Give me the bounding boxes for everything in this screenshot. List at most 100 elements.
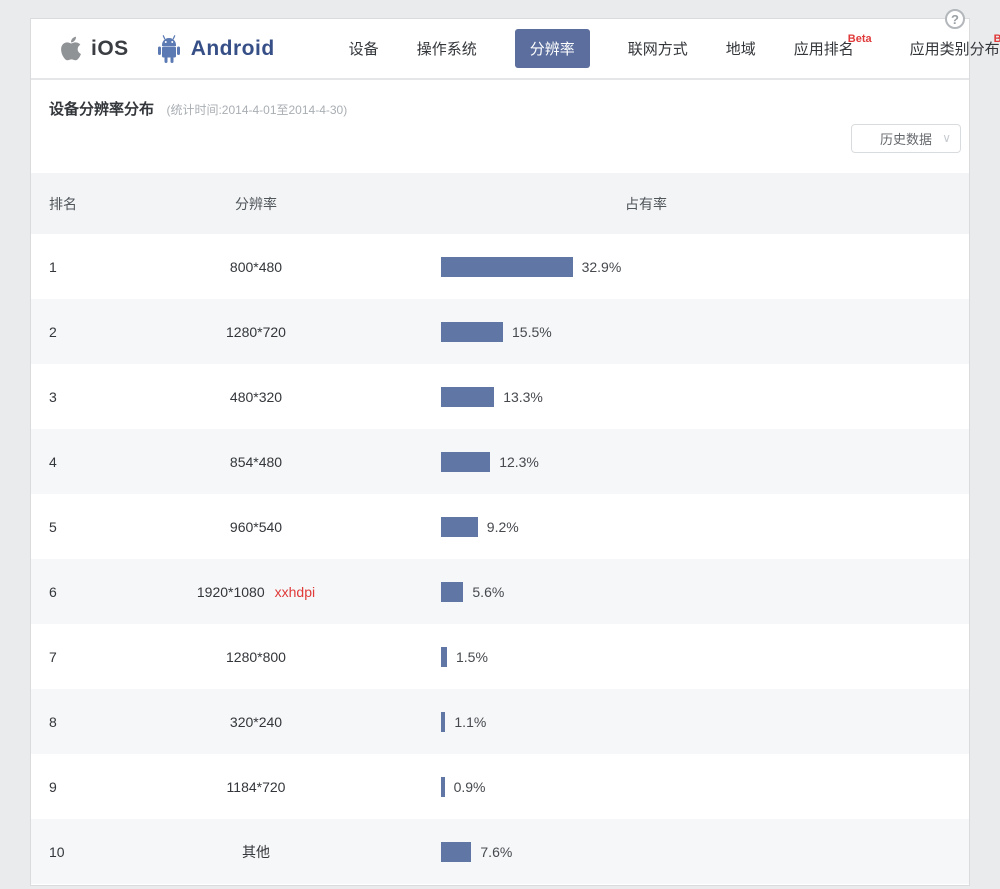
nav-item-label: 分辨率	[530, 41, 575, 58]
table-row: 8 320*240 1.1%	[31, 689, 969, 754]
share-cell: 1.5%	[441, 647, 969, 667]
share-value: 13.3%	[503, 389, 543, 405]
nav-item-os[interactable]: 操作系统	[417, 38, 477, 59]
nav-item-label: 应用排名	[794, 41, 854, 58]
resolution-value: 480*320	[230, 389, 282, 405]
col-header-share: 占有率	[441, 194, 969, 214]
share-bar	[441, 647, 447, 667]
share-cell: 13.3%	[441, 387, 969, 407]
resolution-cell: 800*480	[141, 259, 371, 275]
resolution-note: xxhdpi	[275, 584, 315, 600]
share-bar	[441, 777, 445, 797]
table-row: 6 1920*1080 xxhdpi 5.6%	[31, 559, 969, 624]
rank-cell: 4	[31, 454, 141, 470]
top-navbar: iOS	[31, 19, 969, 80]
rank-cell: 10	[31, 844, 141, 860]
android-icon	[155, 34, 183, 64]
share-cell: 32.9%	[441, 257, 969, 277]
share-bar	[441, 322, 503, 342]
share-cell: 12.3%	[441, 452, 969, 472]
share-value: 5.6%	[472, 584, 504, 600]
rank-cell: 5	[31, 519, 141, 535]
history-data-value: 历史数据	[880, 129, 932, 148]
resolution-cell: 1920*1080 xxhdpi	[141, 584, 371, 600]
nav-item-label: 操作系统	[417, 41, 477, 58]
share-cell: 15.5%	[441, 322, 969, 342]
tab-ios[interactable]: iOS	[59, 35, 129, 62]
share-bar	[441, 582, 463, 602]
share-bar	[441, 517, 478, 537]
table-body: 1 800*480 32.9% 2 1280*720 15.5% 3 480*3…	[31, 234, 969, 884]
resolution-value: 1920*1080	[197, 584, 265, 600]
resolution-value: 854*480	[230, 454, 282, 470]
rank-cell: 8	[31, 714, 141, 730]
share-value: 0.9%	[454, 779, 486, 795]
share-value: 1.5%	[456, 649, 488, 665]
table-row: 9 1184*720 0.9%	[31, 754, 969, 819]
nav-item-label: 应用类别分布	[910, 41, 1000, 58]
resolution-value: 其他	[242, 844, 270, 860]
resolution-cell: 1280*800	[141, 649, 371, 665]
share-value: 9.2%	[487, 519, 519, 535]
share-bar	[441, 712, 445, 732]
chevron-down-icon: ∨	[942, 131, 951, 145]
share-bar	[441, 842, 471, 862]
share-value: 32.9%	[582, 259, 622, 275]
rank-cell: 2	[31, 324, 141, 340]
ios-tab-label: iOS	[91, 37, 129, 61]
resolution-cell: 480*320	[141, 389, 371, 405]
share-value: 1.1%	[454, 714, 486, 730]
history-data-select[interactable]: 历史数据 ∨	[851, 124, 961, 153]
resolution-value: 800*480	[230, 259, 282, 275]
rank-cell: 1	[31, 259, 141, 275]
nav-item-resolution[interactable]: 分辨率	[515, 29, 590, 68]
resolution-cell: 320*240	[141, 714, 371, 730]
stats-period: (统计时间:2014-4-01至2014-4-30)	[166, 103, 347, 117]
page-title: 设备分辨率分布	[49, 98, 154, 119]
table-row: 7 1280*800 1.5%	[31, 624, 969, 689]
table-row: 10 其他 7.6%	[31, 819, 969, 884]
resolution-value: 1280*720	[226, 324, 286, 340]
share-value: 7.6%	[480, 844, 512, 860]
tab-android[interactable]: Android	[155, 34, 275, 64]
resolution-value: 960*540	[230, 519, 282, 535]
table-row: 3 480*320 13.3%	[31, 364, 969, 429]
nav-item-label: 联网方式	[628, 41, 688, 58]
share-cell: 5.6%	[441, 582, 969, 602]
resolution-cell: 1184*720	[141, 779, 371, 795]
nav-links: 设备操作系统分辨率联网方式地域应用排名Beta应用类别分布Beta	[311, 29, 1000, 68]
resolution-cell: 854*480	[141, 454, 371, 470]
table-row: 2 1280*720 15.5%	[31, 299, 969, 364]
help-icon[interactable]: ?	[945, 9, 965, 29]
col-header-resolution: 分辨率	[141, 194, 371, 214]
share-bar	[441, 452, 490, 472]
beta-badge: Beta	[994, 33, 1000, 45]
nav-item-app-ranking[interactable]: 应用排名Beta	[794, 38, 872, 59]
content-card: iOS	[30, 18, 970, 886]
nav-item-devices[interactable]: 设备	[349, 38, 379, 59]
resolution-value: 1280*800	[226, 649, 286, 665]
share-value: 15.5%	[512, 324, 552, 340]
nav-item-app-category[interactable]: 应用类别分布Beta	[910, 38, 1000, 59]
resolution-value: 320*240	[230, 714, 282, 730]
table-row: 1 800*480 32.9%	[31, 234, 969, 299]
table-row: 5 960*540 9.2%	[31, 494, 969, 559]
section-head: 设备分辨率分布 (统计时间:2014-4-01至2014-4-30) 历史数据 …	[31, 80, 969, 173]
resolution-cell: 960*540	[141, 519, 371, 535]
nav-item-label: 设备	[349, 41, 379, 58]
rank-cell: 3	[31, 389, 141, 405]
share-bar	[441, 257, 573, 277]
table-header: 排名 分辨率 占有率	[31, 173, 969, 234]
rank-cell: 9	[31, 779, 141, 795]
nav-item-network[interactable]: 联网方式	[628, 38, 688, 59]
resolution-cell: 其他	[141, 842, 371, 862]
apple-icon	[59, 35, 83, 62]
rank-cell: 6	[31, 584, 141, 600]
share-cell: 7.6%	[441, 842, 969, 862]
rank-cell: 7	[31, 649, 141, 665]
android-tab-label: Android	[191, 37, 275, 61]
share-cell: 0.9%	[441, 777, 969, 797]
beta-badge: Beta	[848, 33, 872, 45]
nav-item-region[interactable]: 地域	[726, 38, 756, 59]
share-bar	[441, 387, 494, 407]
